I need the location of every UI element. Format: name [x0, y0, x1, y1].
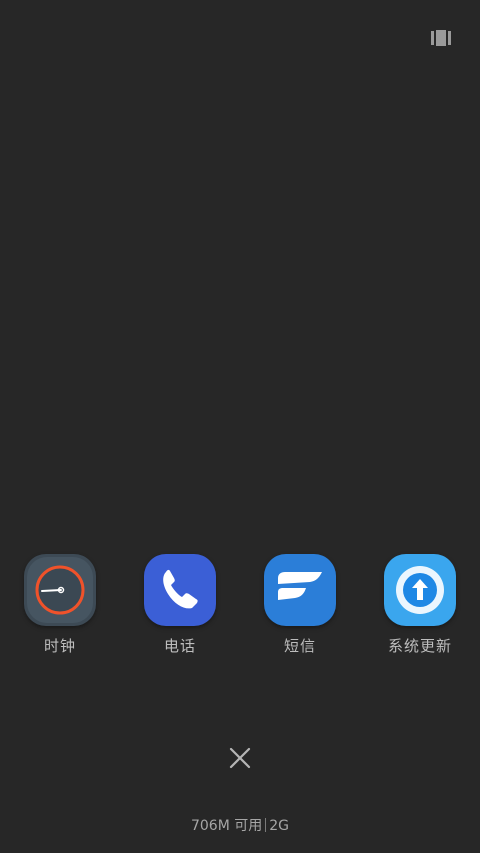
recent-app-messages[interactable]: 短信 — [250, 554, 350, 656]
system-update-icon[interactable] — [384, 554, 456, 626]
close-icon — [229, 747, 251, 769]
clock-icon[interactable] — [24, 554, 96, 626]
memory-divider — [265, 818, 267, 832]
recent-app-system-update[interactable]: 系统更新 — [370, 554, 470, 656]
recent-app-clock[interactable]: 时钟 — [10, 554, 110, 656]
app-label: 系统更新 — [387, 637, 452, 655]
clear-all-button[interactable] — [224, 742, 256, 774]
app-label: 时钟 — [43, 637, 76, 655]
view-mode-toggle-icon[interactable] — [430, 29, 452, 47]
memory-total: 2G — [269, 818, 290, 834]
recent-apps-screen: 时钟 电话 短信 系统更新 706M 可用 2G — [0, 0, 480, 853]
memory-info: 706M 可用 2G — [0, 815, 480, 835]
memory-available: 706M 可用 — [190, 818, 263, 834]
app-label: 短信 — [283, 637, 316, 655]
app-label: 电话 — [163, 637, 196, 655]
phone-icon[interactable] — [144, 554, 216, 626]
recent-app-phone[interactable]: 电话 — [130, 554, 230, 656]
message-icon[interactable] — [264, 554, 336, 626]
recent-apps-row: 时钟 电话 短信 系统更新 — [0, 554, 480, 664]
